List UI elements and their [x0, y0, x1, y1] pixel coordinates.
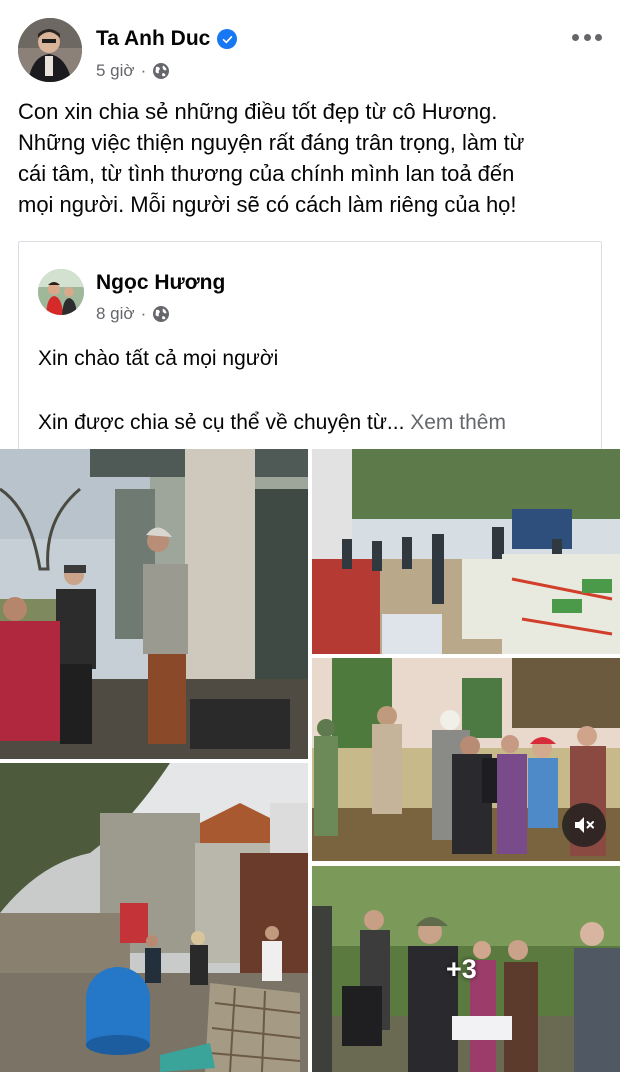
more-dot — [595, 33, 602, 41]
globe-icon — [152, 305, 170, 323]
verified-badge-icon — [217, 29, 238, 49]
post-text: Con xin chia sẻ những điều tốt đẹp từ cô… — [18, 96, 604, 220]
photo-2[interactable] — [312, 449, 620, 654]
post-text-line: Con xin chia sẻ những điều tốt đẹp từ cô… — [18, 99, 498, 124]
shared-post-line: Xin chào tất cả mọi người — [38, 347, 279, 370]
more-dot — [583, 33, 591, 41]
post-meta: 5 giờ · — [96, 61, 170, 81]
shared-post[interactable]: Ngọc Hương 8 giờ · Xin chào tất cả mọi n… — [18, 241, 602, 451]
more-photos-count[interactable]: +3 — [446, 954, 477, 985]
post-header: Ta Anh Duc 5 giờ · — [18, 18, 602, 84]
photo-1[interactable] — [0, 449, 308, 759]
shared-author-name[interactable]: Ngọc Hương — [96, 271, 225, 295]
unmute-button[interactable] — [562, 803, 606, 847]
photo-3[interactable] — [0, 763, 308, 1072]
post-text-line: Những việc thiện nguyện rất đáng trân tr… — [18, 130, 525, 155]
shared-author-avatar[interactable] — [38, 269, 84, 315]
see-more-link[interactable]: Xem thêm — [410, 411, 506, 434]
shared-post-line: Xin được chia sẻ cụ thể về chuyện từ... … — [38, 411, 506, 434]
more-options-icon[interactable] — [572, 30, 602, 44]
post-text-line: mọi người. Mỗi người sẽ có cách làm riên… — [18, 192, 517, 217]
shared-post-time[interactable]: 8 giờ — [96, 304, 135, 324]
shared-post-meta: 8 giờ · — [96, 304, 170, 324]
author-name[interactable]: Ta Anh Duc — [96, 27, 238, 51]
author-avatar[interactable] — [18, 18, 82, 82]
post-time[interactable]: 5 giờ — [96, 61, 135, 81]
meta-dot: · — [140, 304, 147, 323]
globe-icon — [152, 62, 170, 80]
post-text-line: cái tâm, từ tình thương của chính mình l… — [18, 161, 515, 186]
more-dot — [572, 33, 579, 41]
meta-dot: · — [140, 61, 147, 80]
muted-speaker-icon — [575, 817, 594, 833]
